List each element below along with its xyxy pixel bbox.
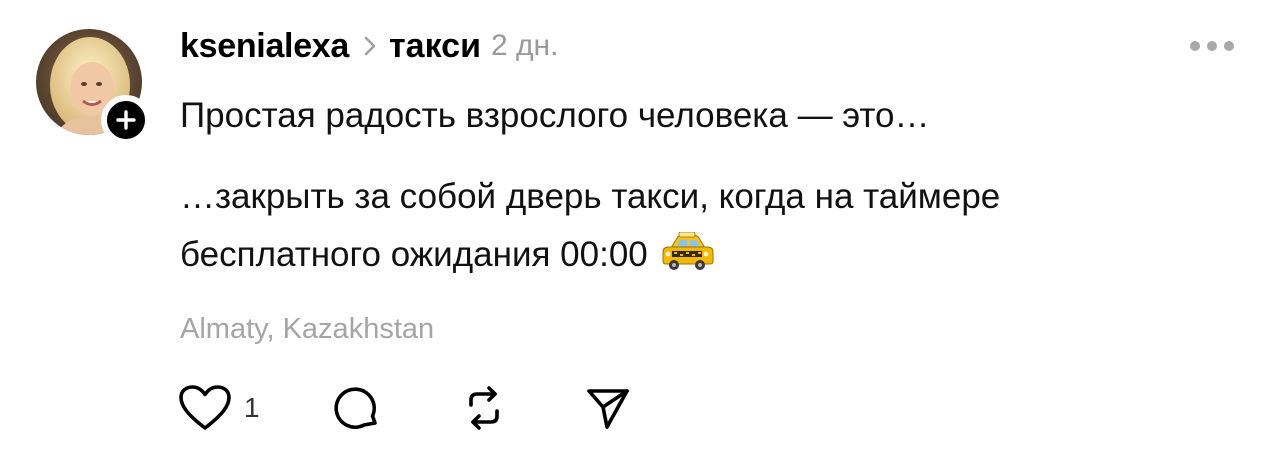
chevron-right-icon [363,35,377,57]
repost-icon [469,386,499,430]
comment-icon [334,387,377,429]
more-button[interactable] [1190,38,1234,54]
like-count: 1 [244,392,260,423]
post-text-paragraph: …закрыть за собой дверь такси, когда на … [180,168,1240,284]
post-text: Простая радость взрослого человека — это… [180,87,1240,284]
send-icon [587,389,629,429]
post-text-line: бесплатного ожидания 00:00 [180,235,648,274]
plus-icon [116,110,136,130]
post-text-line-with-emoji: бесплатного ожидания 00:00 [180,226,1240,284]
more-horizontal-icon [1207,41,1217,51]
heart-icon [179,385,231,430]
like-button[interactable]: 1 [178,380,260,436]
topic-tag[interactable]: такси [389,27,481,66]
reply-button[interactable] [331,380,381,436]
repost-button[interactable] [458,380,510,436]
follow-button[interactable] [101,95,151,145]
share-button[interactable] [583,380,633,436]
post-location[interactable]: Almaty, Kazakhstan [180,307,434,351]
more-horizontal-icon [1224,41,1234,51]
post-text-line: Простая радость взрослого человека — это… [180,96,930,135]
username[interactable]: ksenialexa [180,27,349,66]
post-actions: 1 [178,380,658,436]
more-horizontal-icon [1190,41,1200,51]
avatar-container [36,29,151,145]
post: ksenialexa такси 2 дн. Простая радость в… [0,0,1280,459]
post-time: 2 дн. [490,29,559,62]
taxi-emoji [660,231,714,290]
post-text-line: …закрыть за собой дверь такси, когда на … [180,177,1001,216]
post-header: ksenialexa такси 2 дн. [180,24,558,68]
